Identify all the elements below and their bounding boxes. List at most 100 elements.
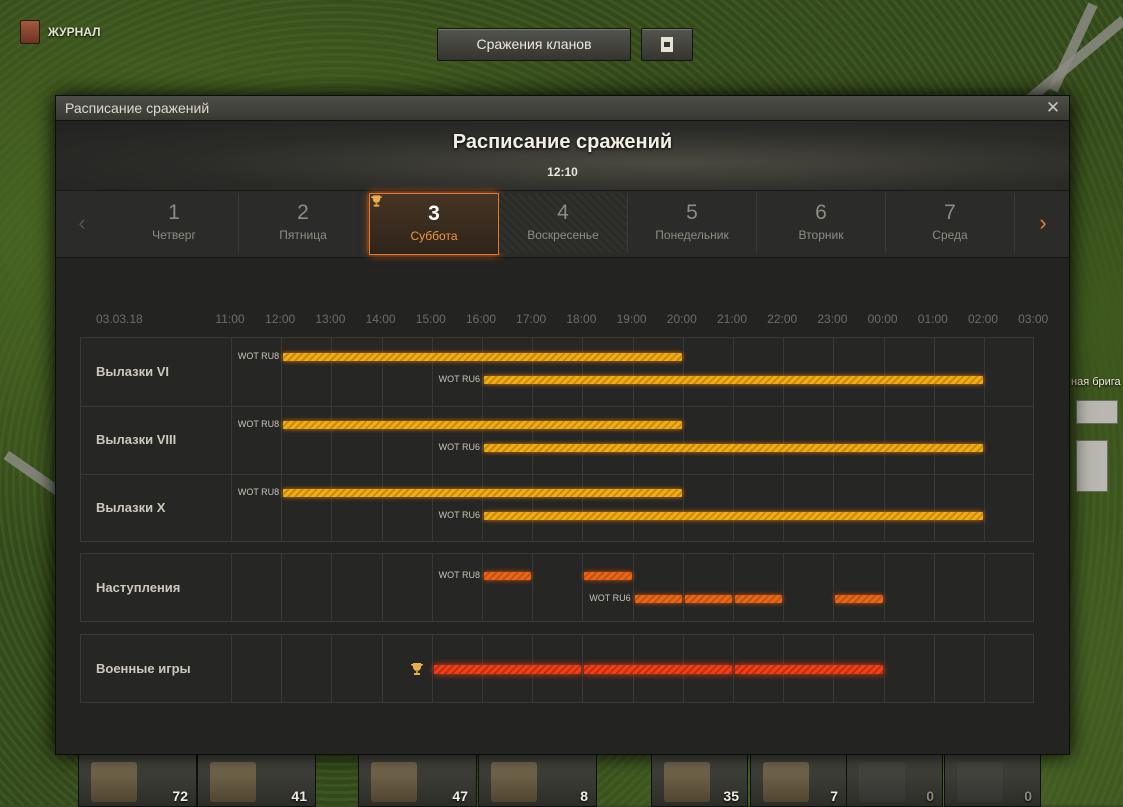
hour-label: 18:00 bbox=[566, 312, 597, 326]
reserve-icon bbox=[664, 762, 710, 802]
schedule-bar[interactable] bbox=[283, 421, 682, 429]
hour-label: 17:00 bbox=[516, 312, 547, 326]
schedule-bar[interactable] bbox=[684, 595, 732, 603]
timeline-date: 03.03.18 bbox=[96, 312, 143, 326]
schedule-bar[interactable] bbox=[484, 572, 532, 580]
reserve-count: 7 bbox=[830, 788, 838, 804]
day-tab-3[interactable]: 3 Суббота bbox=[369, 193, 499, 255]
schedule-bar[interactable] bbox=[735, 595, 783, 603]
schedule-bar[interactable] bbox=[735, 665, 883, 674]
grid-line bbox=[933, 554, 935, 621]
schedule-bar[interactable] bbox=[484, 444, 983, 452]
schedule-bar[interactable] bbox=[584, 572, 632, 580]
grid-line bbox=[582, 635, 584, 702]
day-name: Вторник bbox=[798, 228, 844, 242]
grid-line bbox=[281, 338, 283, 541]
day-tab-2[interactable]: 2 Пятница bbox=[239, 193, 368, 253]
schedule-bar[interactable] bbox=[433, 665, 582, 674]
grid-line bbox=[231, 338, 232, 541]
next-day-arrow-icon[interactable]: › bbox=[1017, 191, 1069, 257]
dialog-header: Расписание сражений 12:10 bbox=[56, 121, 1069, 191]
schedule-bar[interactable] bbox=[835, 595, 883, 603]
day-number: 3 bbox=[428, 202, 440, 225]
day-name: Четверг bbox=[152, 228, 196, 242]
reserve-slot[interactable]: 35 bbox=[651, 753, 748, 807]
hour-label: 14:00 bbox=[365, 312, 396, 326]
schedule-dialog: Расписание сражений ✕ Расписание сражени… bbox=[55, 95, 1070, 755]
trophy-icon bbox=[370, 195, 383, 207]
grid-line bbox=[431, 635, 433, 702]
hour-label: 13:00 bbox=[315, 312, 346, 326]
schedule-timeline: 03.03.18 11:00 12:00 13:00 14:00 15:00 16:00 17… bbox=[56, 256, 1069, 754]
reserve-slot[interactable]: 0 bbox=[944, 753, 1041, 807]
reserve-slot[interactable]: 7 bbox=[750, 753, 847, 807]
map-label: ная брига bbox=[1071, 376, 1121, 388]
schedule-bar[interactable] bbox=[484, 376, 983, 384]
day-tab-6[interactable]: 6 Вторник bbox=[757, 193, 886, 253]
day-number: 5 bbox=[686, 201, 698, 224]
schedule-bar[interactable] bbox=[484, 512, 983, 520]
dialog-window-title: Расписание сражений bbox=[65, 100, 210, 116]
reserve-count: 47 bbox=[452, 788, 468, 804]
day-tab-4[interactable]: 4 Воскресенье bbox=[499, 193, 628, 253]
building bbox=[1076, 440, 1108, 492]
hour-label: 20:00 bbox=[666, 312, 697, 326]
server-label: WOT RU6 bbox=[589, 593, 631, 603]
row-label: Наступления bbox=[96, 580, 181, 595]
day-tab-5[interactable]: 5 Понедельник bbox=[628, 193, 757, 253]
close-icon[interactable]: ✕ bbox=[1043, 98, 1063, 118]
schedule-block: Вылазки VI WOT RU8 WOT RU6 Вылазки VIII WOT … bbox=[80, 337, 1034, 542]
hour-label: 02:00 bbox=[967, 312, 999, 326]
grid-line bbox=[984, 338, 985, 541]
current-time: 12:10 bbox=[547, 165, 578, 179]
row-divider bbox=[81, 406, 1033, 407]
reserve-slot[interactable]: 41 bbox=[197, 753, 316, 807]
reserve-slot[interactable]: 47 bbox=[358, 753, 477, 807]
reserve-icon bbox=[859, 762, 905, 802]
reserve-slot[interactable]: 8 bbox=[478, 753, 597, 807]
reserve-slot[interactable]: 0 bbox=[846, 753, 943, 807]
calendar-button[interactable] bbox=[641, 28, 693, 61]
grid-line bbox=[933, 635, 935, 702]
schedule-bar[interactable] bbox=[283, 353, 682, 361]
grid-line bbox=[984, 635, 985, 702]
dialog-titlebar[interactable]: Расписание сражений ✕ bbox=[56, 96, 1069, 121]
day-name: Среда bbox=[932, 228, 968, 242]
grid-line bbox=[431, 554, 433, 621]
hour-label: 11:00 bbox=[215, 312, 245, 326]
day-tab-7[interactable]: 7 Среда bbox=[886, 193, 1015, 253]
prev-day-arrow-icon[interactable]: ‹ bbox=[56, 191, 108, 257]
schedule-bar[interactable] bbox=[584, 665, 732, 674]
hour-label: 22:00 bbox=[767, 312, 798, 326]
reserve-count: 41 bbox=[291, 788, 307, 804]
schedule-block: Наступления WOT RU8 WOT RU6 bbox=[80, 553, 1034, 622]
hour-label: 12:00 bbox=[265, 312, 296, 326]
reserve-icon bbox=[210, 762, 256, 802]
hour-label: 16:00 bbox=[465, 312, 497, 326]
clan-battles-button[interactable]: Сражения кланов bbox=[437, 28, 631, 61]
grid-line bbox=[381, 554, 383, 621]
grid-line bbox=[883, 635, 885, 702]
grid-line bbox=[532, 338, 534, 541]
day-tab-1[interactable]: 1 Четверг bbox=[110, 193, 239, 253]
server-label: WOT RU6 bbox=[438, 374, 480, 384]
grid-line bbox=[281, 635, 283, 702]
hour-label: 21:00 bbox=[716, 312, 748, 326]
reserve-icon bbox=[491, 762, 537, 802]
server-label: WOT RU8 bbox=[237, 419, 280, 429]
journal-button[interactable]: ЖУРНАЛ bbox=[20, 20, 101, 44]
grid-line bbox=[582, 554, 584, 621]
calendar-icon bbox=[661, 37, 673, 52]
day-number: 2 bbox=[297, 201, 309, 224]
row-divider bbox=[81, 474, 1033, 475]
reserve-slot[interactable]: 72 bbox=[78, 753, 197, 807]
server-label: WOT RU8 bbox=[237, 351, 280, 361]
grid-line bbox=[733, 554, 734, 621]
schedule-bar[interactable] bbox=[634, 595, 682, 603]
reserve-count: 8 bbox=[580, 788, 588, 804]
hour-label: 01:00 bbox=[917, 312, 948, 326]
book-icon bbox=[20, 20, 40, 44]
grid-line bbox=[783, 554, 785, 621]
grid-line bbox=[632, 554, 634, 621]
schedule-bar[interactable] bbox=[283, 489, 682, 497]
